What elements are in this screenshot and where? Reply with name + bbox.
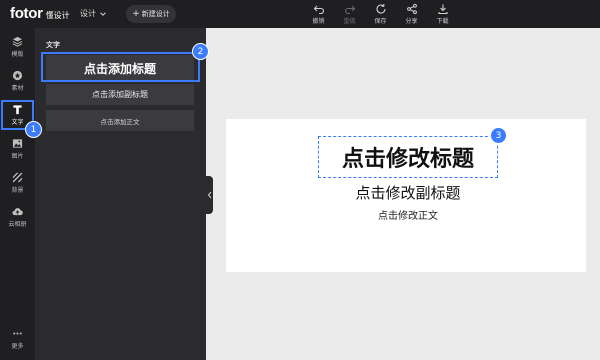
undo-icon (313, 5, 324, 15)
save-button[interactable]: 保存 (365, 3, 396, 25)
left-sidebar: 模版 素材 文字 图片 背景 云相册 更多 (0, 28, 35, 360)
sidebar-item-label: 素材 (11, 85, 24, 92)
undo-label: 撤销 (312, 18, 325, 25)
sidebar-item-images[interactable]: 图片 (0, 134, 35, 164)
new-design-label: 新建设计 (141, 10, 170, 18)
editor-app: fotor 懂设计 设计 + 新建设计 撤销 重做 保存 分享 下载 模版 素材… (0, 0, 600, 360)
canvas-title-text[interactable]: 点击修改标题 (318, 136, 498, 178)
background-icon (12, 172, 23, 183)
sidebar-item-background[interactable]: 背景 (0, 168, 35, 198)
share-icon (406, 3, 417, 15)
canvas-subtitle-text[interactable]: 点击修改副标题 (318, 181, 498, 203)
sidebar-item-cloud-album[interactable]: 云相册 (0, 202, 35, 232)
download-button[interactable]: 下载 (427, 3, 458, 25)
canvas-body-text[interactable]: 点击修改正文 (318, 206, 498, 222)
sidebar-item-label: 图片 (11, 153, 24, 160)
save-label: 保存 (374, 18, 387, 25)
more-icon (13, 332, 22, 335)
panel-title: 文字 (46, 41, 60, 49)
step-badge-3: 3 (490, 127, 507, 144)
collapse-panel-handle[interactable] (206, 176, 213, 214)
sidebar-item-more[interactable]: 更多 (0, 324, 35, 354)
step-badge-1: 1 (25, 121, 42, 138)
plus-icon: + (132, 8, 140, 19)
cloud-album-icon (12, 208, 23, 216)
redo-button[interactable]: 重做 (334, 3, 365, 25)
sidebar-item-label: 云相册 (8, 221, 27, 228)
template-icon (12, 36, 23, 47)
undo-button[interactable]: 撤销 (303, 3, 334, 25)
share-button[interactable]: 分享 (396, 3, 427, 25)
design-menu[interactable]: 设计 (80, 8, 107, 19)
top-bar: fotor 懂设计 设计 + 新建设计 撤销 重做 保存 分享 下载 (0, 0, 600, 28)
logo-subtitle: 懂设计 (45, 11, 70, 20)
design-menu-label: 设计 (80, 9, 96, 18)
redo-icon (344, 5, 355, 15)
sidebar-item-elements[interactable]: 素材 (0, 66, 35, 96)
redo-label: 重做 (343, 18, 356, 25)
chevron-down-icon (100, 11, 106, 16)
save-icon (376, 4, 386, 14)
sidebar-item-label: 背景 (11, 187, 24, 194)
chevron-left-icon (207, 191, 211, 199)
download-label: 下载 (436, 18, 449, 25)
logo-brand: fotor (10, 5, 43, 22)
step-badge-2: 2 (192, 43, 209, 60)
sidebar-item-label: 模版 (11, 51, 24, 58)
elements-icon (12, 70, 23, 81)
new-design-button[interactable]: + 新建设计 (126, 5, 176, 23)
logo[interactable]: fotor 懂设计 (10, 5, 70, 23)
sidebar-item-templates[interactable]: 模版 (0, 32, 35, 62)
highlight-add-title (41, 52, 200, 82)
share-label: 分享 (405, 18, 418, 25)
add-subtitle-button[interactable]: 点击添加副标题 (46, 84, 194, 105)
toolbar: 撤销 重做 保存 分享 下载 (303, 3, 458, 25)
image-icon (12, 139, 23, 148)
download-icon (437, 4, 448, 15)
sidebar-item-label: 更多 (11, 343, 24, 350)
add-body-text-button[interactable]: 点击添加正文 (46, 110, 194, 131)
